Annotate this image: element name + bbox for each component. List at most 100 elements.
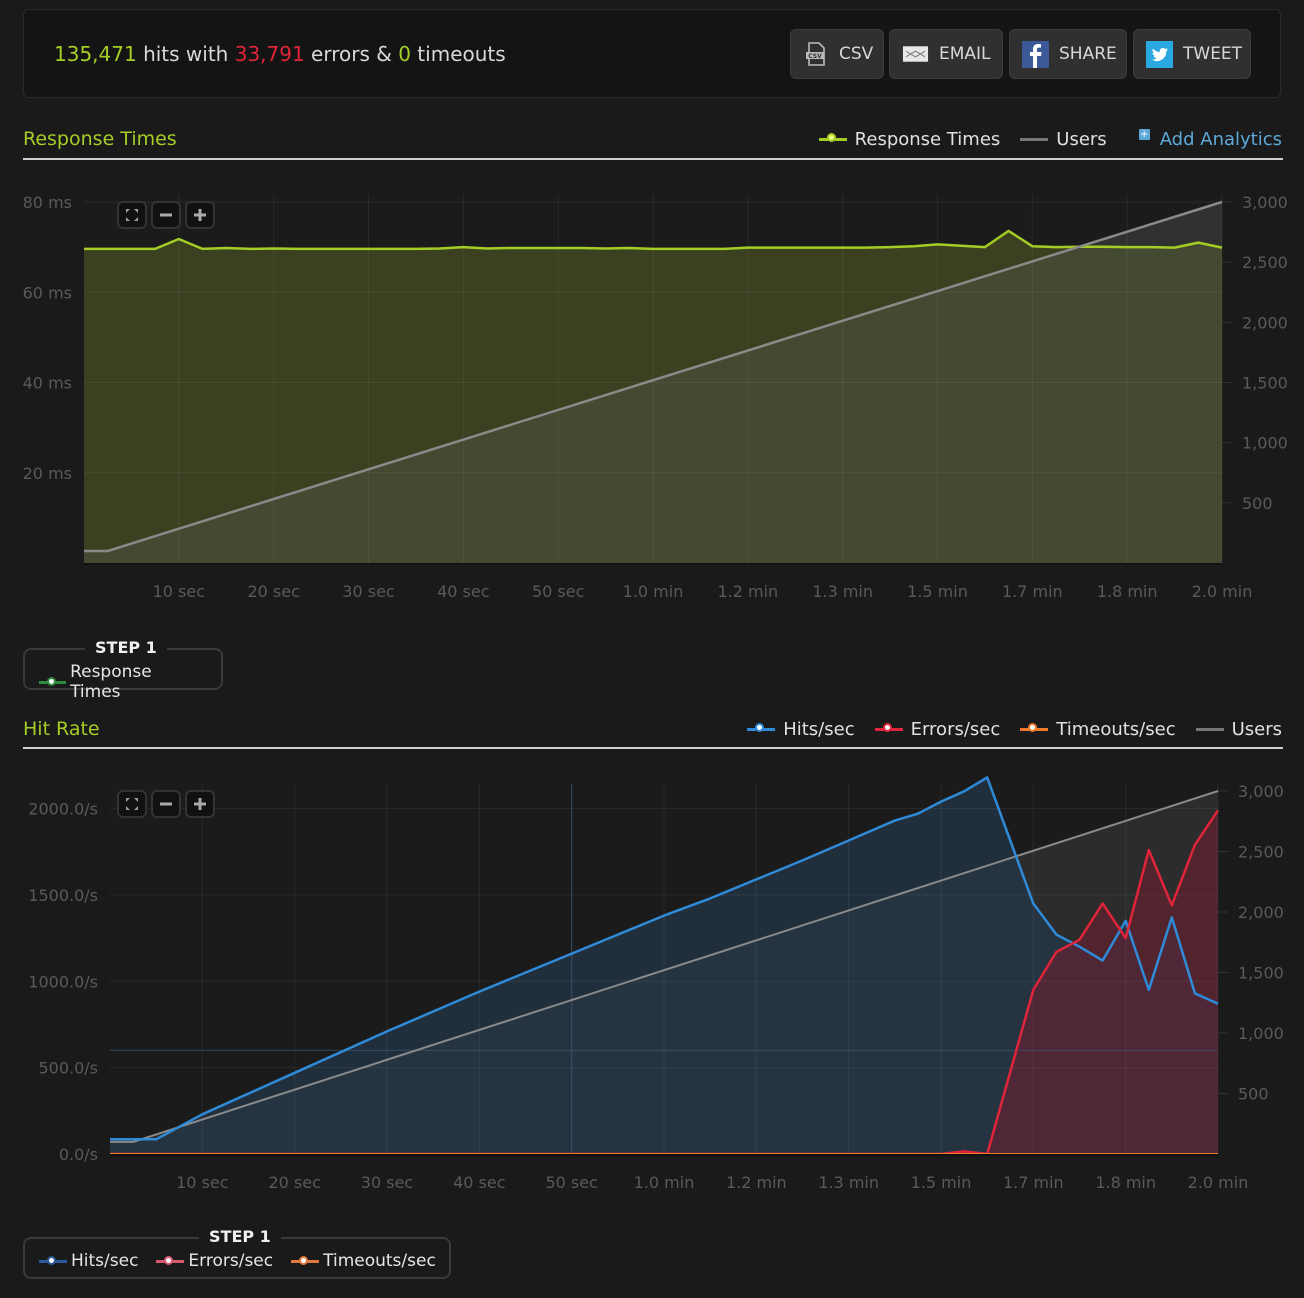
step-title: STEP 1 bbox=[199, 1227, 281, 1246]
errors-count: 33,791 bbox=[234, 42, 305, 66]
x-tick-label: 1.0 min bbox=[623, 582, 684, 601]
legend-users[interactable]: Users bbox=[1020, 129, 1107, 150]
hits-swatch-icon bbox=[747, 723, 776, 732]
x-tick-label: 1.5 min bbox=[911, 1173, 972, 1192]
step-item-label: Response Times bbox=[70, 662, 152, 702]
x-tick-label: 1.2 min bbox=[717, 582, 778, 601]
errors-text: errors & bbox=[304, 42, 399, 66]
timeouts-text: timeouts bbox=[410, 42, 506, 66]
y-tick-label: 1000.0/s bbox=[28, 972, 98, 991]
summary-bar: 135,471 hits with 33,791 errors & 0 time… bbox=[23, 9, 1281, 98]
hits-count: 135,471 bbox=[54, 42, 137, 66]
x-tick-label: 1.7 min bbox=[1003, 1173, 1064, 1192]
email-button[interactable]: EMAIL bbox=[889, 29, 1003, 79]
response-times-swatch-icon bbox=[818, 133, 847, 142]
csv-button[interactable]: CSV CSV bbox=[790, 29, 884, 79]
summary-text: 135,471 hits with 33,791 errors & 0 time… bbox=[54, 42, 506, 66]
x-tick-label: 10 sec bbox=[176, 1173, 228, 1192]
response-times-swatch-icon bbox=[39, 676, 67, 686]
legend-timeouts[interactable]: Timeouts/sec bbox=[1020, 719, 1176, 740]
fit-icon[interactable] bbox=[117, 790, 147, 818]
step-title: STEP 1 bbox=[85, 638, 167, 657]
legend-users[interactable]: Users bbox=[1195, 719, 1282, 740]
legend-label: Hits/sec bbox=[783, 719, 855, 740]
timeouts-swatch-icon bbox=[1020, 723, 1049, 732]
y2-tick-label: 500 bbox=[1242, 494, 1273, 513]
csv-file-icon: CSV bbox=[803, 41, 829, 68]
minus-icon[interactable] bbox=[151, 201, 181, 229]
minus-icon[interactable] bbox=[151, 790, 181, 818]
y2-tick-label: 2,000 bbox=[1242, 313, 1288, 332]
legend-errors[interactable]: Errors/sec bbox=[874, 719, 1000, 740]
y-tick-label: 40 ms bbox=[23, 374, 72, 393]
csv-label: CSV bbox=[839, 44, 874, 64]
y2-tick-label: 2,500 bbox=[1238, 843, 1284, 862]
step-item-label: Hits/sec bbox=[71, 1251, 139, 1271]
y-tick-label: 0.0/s bbox=[59, 1145, 98, 1164]
y-tick-label: 1500.0/s bbox=[28, 886, 98, 905]
x-tick-label: 1.2 min bbox=[726, 1173, 787, 1192]
x-tick-label: 1.0 min bbox=[634, 1173, 695, 1192]
x-tick-label: 50 sec bbox=[532, 582, 584, 601]
y2-tick-label: 3,000 bbox=[1238, 782, 1284, 801]
x-tick-label: 2.0 min bbox=[1192, 582, 1253, 601]
email-label: EMAIL bbox=[939, 44, 991, 64]
response-times-step-legend: STEP 1 Response Times bbox=[23, 638, 223, 702]
x-tick-label: 1.3 min bbox=[818, 1173, 879, 1192]
x-tick-label: 30 sec bbox=[361, 1173, 413, 1192]
x-tick-label: 2.0 min bbox=[1188, 1173, 1249, 1192]
step-item-timeouts[interactable]: Timeouts/sec bbox=[291, 1251, 436, 1271]
x-tick-label: 1.3 min bbox=[812, 582, 873, 601]
legend-label: Response Times bbox=[854, 129, 1001, 150]
hit-rate-zoom-controls bbox=[117, 790, 215, 818]
legend-hits[interactable]: Hits/sec bbox=[747, 719, 855, 740]
errors-swatch-icon bbox=[874, 723, 903, 732]
y-tick-label: 80 ms bbox=[23, 193, 72, 212]
step-items: Hits/sec Errors/sec Timeouts/sec bbox=[39, 1251, 454, 1271]
x-tick-label: 40 sec bbox=[453, 1173, 505, 1192]
hit-rate-step-legend: STEP 1 Hits/sec Errors/sec Timeouts/sec bbox=[23, 1227, 454, 1279]
y2-tick-label: 1,500 bbox=[1242, 374, 1288, 393]
hit-rate-chart[interactable]: 0.0/s 500.0/s 1000.0/s 1500.0/s 2000.0/s 500 1… bbox=[0, 760, 1304, 1200]
plus-icon[interactable] bbox=[185, 790, 215, 818]
response-times-legend: Response Times Users + Add Analytics bbox=[799, 129, 1282, 150]
y-tick-label: 20 ms bbox=[23, 464, 72, 483]
hit-rate-title: Hit Rate bbox=[23, 718, 100, 740]
hits-swatch-icon bbox=[39, 1255, 67, 1265]
users-swatch-icon bbox=[1020, 138, 1049, 141]
y2-tick-label: 2,000 bbox=[1238, 903, 1284, 922]
x-tick-label: 10 sec bbox=[153, 582, 205, 601]
hit-rate-legend: Hits/sec Errors/sec Timeouts/sec Users bbox=[727, 719, 1282, 740]
fit-icon[interactable] bbox=[117, 201, 147, 229]
tweet-label: TWEET bbox=[1183, 44, 1243, 64]
tweet-button[interactable]: TWEET bbox=[1133, 29, 1251, 79]
step-item-label: Errors/sec bbox=[188, 1251, 274, 1271]
y2-tick-label: 3,000 bbox=[1242, 193, 1288, 212]
timeouts-swatch-icon bbox=[291, 1255, 320, 1265]
y2-tick-label: 2,500 bbox=[1242, 253, 1288, 272]
plus-square-icon: + bbox=[1138, 129, 1150, 140]
hits-text: hits with bbox=[136, 42, 235, 66]
y-tick-label: 60 ms bbox=[23, 283, 72, 302]
step-item-errors[interactable]: Errors/sec bbox=[156, 1251, 273, 1271]
step-item-response-times[interactable]: Response Times bbox=[39, 662, 203, 702]
step-items: Response Times bbox=[39, 662, 221, 702]
y-tick-label: 500.0/s bbox=[38, 1059, 98, 1078]
step-item-hits[interactable]: Hits/sec bbox=[39, 1251, 138, 1271]
share-button[interactable]: SHARE bbox=[1009, 29, 1127, 79]
add-analytics-link[interactable]: + Add Analytics bbox=[1138, 129, 1282, 150]
y2-tick-label: 500 bbox=[1238, 1085, 1269, 1104]
plus-icon[interactable] bbox=[185, 201, 215, 229]
response-times-title: Response Times bbox=[23, 128, 177, 150]
add-analytics-label: Add Analytics bbox=[1159, 129, 1282, 150]
legend-response-times[interactable]: Response Times bbox=[818, 129, 1001, 150]
share-label: SHARE bbox=[1059, 44, 1117, 64]
step-item-label: Timeouts/sec bbox=[323, 1251, 436, 1271]
response-times-chart[interactable]: 20 ms 40 ms 60 ms 80 ms 500 1,000 1,500 2,000 2,… bbox=[0, 170, 1304, 610]
x-tick-label: 50 sec bbox=[545, 1173, 597, 1192]
x-tick-label: 1.8 min bbox=[1095, 1173, 1156, 1192]
x-tick-label: 1.5 min bbox=[907, 582, 968, 601]
errors-swatch-icon bbox=[156, 1255, 185, 1265]
y-tick-label: 2000.0/s bbox=[28, 800, 98, 819]
legend-label: Timeouts/sec bbox=[1056, 719, 1176, 740]
